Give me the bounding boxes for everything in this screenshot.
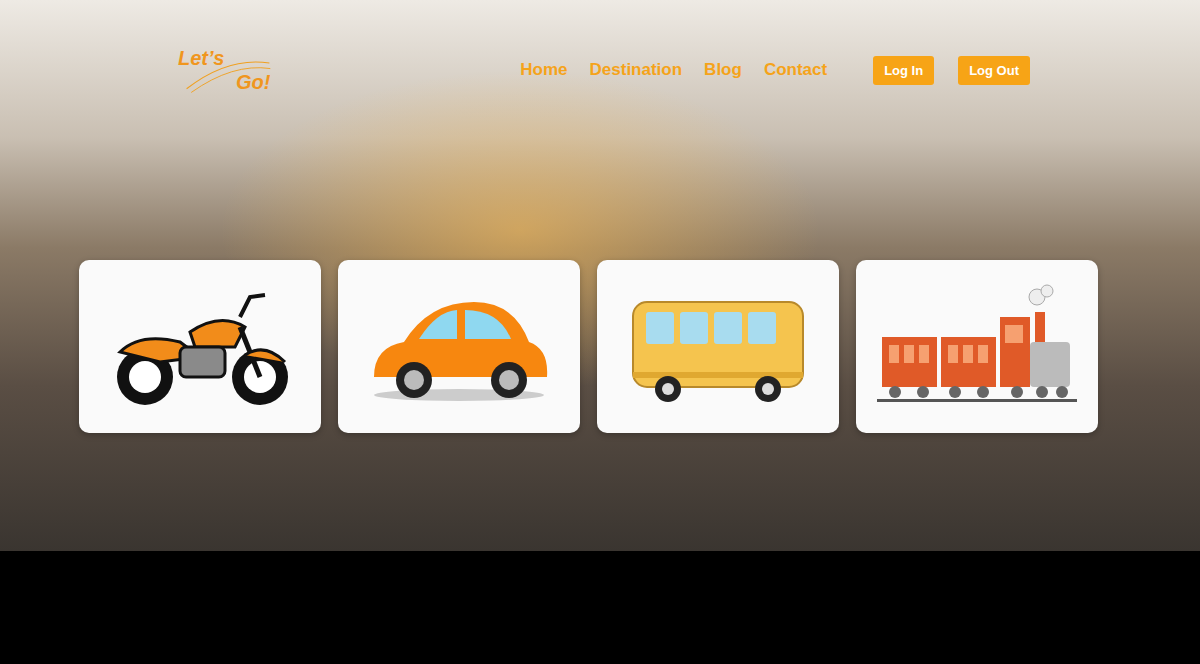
logo-text: Go! bbox=[236, 70, 278, 94]
card-row bbox=[0, 260, 1200, 433]
bus-icon bbox=[618, 277, 818, 417]
motorcycle-icon bbox=[100, 277, 300, 417]
nav-link[interactable]: Contact bbox=[764, 60, 827, 80]
auth-button[interactable]: Log Out bbox=[958, 56, 1030, 85]
vehicle-card[interactable] bbox=[856, 260, 1098, 433]
hero-banner: Let’sGo! Home Destination Blog Contact Log In… bbox=[0, 0, 1200, 551]
logo-text: Let’s bbox=[178, 46, 278, 70]
header: Let’sGo! Home Destination Blog Contact Log In… bbox=[0, 0, 1200, 100]
nav-link[interactable]: Blog bbox=[704, 60, 742, 80]
page: Let’sGo! Home Destination Blog Contact Log In… bbox=[0, 0, 1200, 664]
auth-buttons: Log In Log Out bbox=[873, 56, 1030, 85]
auth-button[interactable]: Log In bbox=[873, 56, 934, 85]
train-icon bbox=[877, 277, 1077, 417]
vehicle-card[interactable] bbox=[338, 260, 580, 433]
nav-link[interactable]: Home bbox=[520, 60, 567, 80]
car-icon bbox=[359, 277, 559, 417]
vehicle-card[interactable] bbox=[79, 260, 321, 433]
nav: Home Destination Blog Contact bbox=[520, 60, 827, 80]
nav-link[interactable]: Destination bbox=[590, 60, 683, 80]
logo[interactable]: Let’sGo! bbox=[178, 46, 278, 94]
vehicle-card[interactable] bbox=[597, 260, 839, 433]
footer-area bbox=[0, 551, 1200, 664]
